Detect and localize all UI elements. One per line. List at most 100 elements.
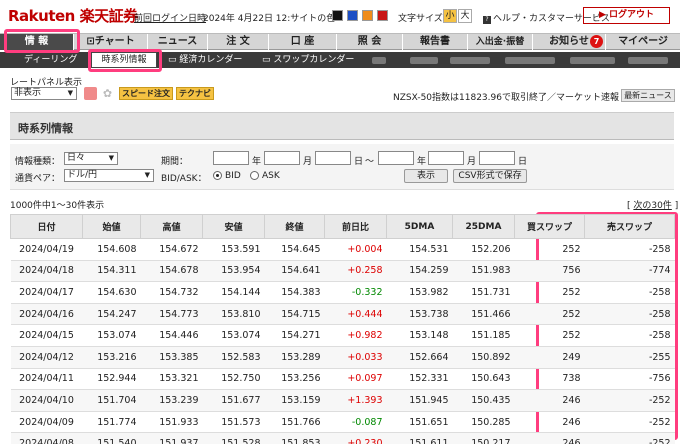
color-blue-swatch[interactable] (347, 10, 358, 21)
show-button[interactable]: 表示 (404, 169, 448, 183)
ask-radio[interactable] (250, 171, 259, 180)
day-unit: 日 (354, 157, 364, 167)
color-orange-swatch[interactable] (362, 10, 373, 21)
table-cell: 154.732 (140, 281, 203, 304)
table-cell: +1.393 (324, 389, 387, 412)
font-large-button[interactable]: 大 (458, 9, 472, 23)
year-unit: 年 (417, 157, 427, 167)
col-buy-swap: 買スワップ (514, 214, 585, 239)
table-cell: -258 (584, 324, 675, 347)
nav-tab-inquiry[interactable]: 照 会 (337, 34, 403, 50)
subnav-label: スワップカレンダー (273, 55, 355, 65)
pair-select[interactable]: ドル/円 ▼ (64, 169, 154, 182)
table-cell: 252 (514, 303, 585, 326)
table-cell: 153.256 (264, 368, 325, 391)
start-year-input[interactable] (213, 151, 249, 165)
calendar-icon: ▭ (168, 55, 177, 65)
table-cell: 152.750 (202, 368, 265, 391)
nav-tab-order[interactable]: 注 文 (208, 34, 269, 50)
nav-tab-transfer[interactable]: 入出金·振替 (468, 34, 533, 50)
nav-tab-label: 口 座 (290, 36, 315, 47)
last-login-link[interactable]: 前回ログイン日時 (134, 11, 206, 24)
nav-tab-news[interactable]: ニュース (148, 34, 208, 50)
table-cell: 152.664 (386, 346, 453, 369)
start-day-input[interactable] (315, 151, 351, 165)
table-cell: -255 (584, 346, 675, 369)
nav-tab-account[interactable]: 口 座 (269, 34, 337, 50)
end-day-input[interactable] (479, 151, 515, 165)
help-icon: ? (483, 16, 491, 24)
table-cell: -252 (584, 389, 675, 412)
table-cell: 2024/04/16 (10, 303, 83, 326)
col-open: 始値 (82, 214, 141, 239)
col-5dma: 5DMA (386, 214, 453, 239)
table-cell: 151.611 (386, 432, 453, 444)
end-year-input[interactable] (378, 151, 414, 165)
info-type-value: 日々 (67, 153, 86, 163)
table-cell: 150.643 (452, 368, 515, 391)
table-cell: 154.446 (140, 324, 203, 347)
table-cell: 2024/04/15 (10, 324, 83, 347)
table-row: 2024/04/09 151.774 151.933 151.573 151.766 -0… (10, 411, 675, 434)
table-cell: -258 (584, 238, 675, 261)
technavi-button[interactable]: テクナビ (176, 87, 214, 100)
nav-tab-mypage[interactable]: マイページ (606, 34, 680, 50)
table-cell: -774 (584, 260, 675, 283)
gear-icon[interactable]: ✿ (101, 87, 114, 100)
nav-tab-report[interactable]: 報告書 (403, 34, 468, 50)
end-month-input[interactable] (428, 151, 464, 165)
table-cell: +0.033 (324, 346, 387, 369)
ticker-blur (372, 57, 386, 64)
col-date: 日付 (10, 214, 83, 239)
nav-tab-notice[interactable]: お知らせ 7 (533, 34, 606, 50)
col-25dma: 25DMA (452, 214, 515, 239)
table-cell: +0.444 (324, 303, 387, 326)
speed-order-button[interactable]: スピード注文 (119, 87, 173, 100)
table-cell: 153.148 (386, 324, 453, 347)
rakuten-logo[interactable]: Rakuten 楽天証券 (8, 5, 138, 26)
table-cell: 153.591 (202, 238, 265, 261)
subnav-econ-calendar[interactable]: ▭ 経済カレンダー (168, 52, 242, 68)
nav-tab-chart[interactable]: ⊡チャート (74, 34, 148, 50)
latest-news-button[interactable]: 最新ニュース (621, 89, 675, 102)
table-cell: 2024/04/18 (10, 260, 83, 283)
chart-icon: ⊡ (86, 36, 95, 47)
table-cell: 154.247 (82, 303, 141, 326)
font-small-button[interactable]: 小 (443, 9, 457, 23)
table-cell: 150.285 (452, 411, 515, 434)
table-cell: 153.216 (82, 346, 141, 369)
lock-icon[interactable] (84, 87, 97, 100)
market-ticker-text[interactable]: NZSX-50指数は11823.96で取引終了／マーケット速報 (393, 90, 619, 103)
nav-tab-label: マイページ (618, 36, 668, 47)
color-black-swatch[interactable] (332, 10, 343, 21)
table-cell: 151.651 (386, 411, 453, 434)
table-cell: 153.074 (202, 324, 265, 347)
table-cell: 154.678 (140, 260, 203, 283)
csv-save-button[interactable]: CSV形式で保存 (453, 169, 527, 183)
color-red-swatch[interactable] (377, 10, 388, 21)
start-month-input[interactable] (264, 151, 300, 165)
table-cell: 151.937 (140, 432, 203, 444)
table-cell: 151.766 (264, 411, 325, 434)
table-cell: 153.321 (140, 368, 203, 391)
rate-panel-select[interactable]: 非表示 ▼ (11, 87, 77, 100)
table-cell: 252 (514, 281, 585, 304)
table-cell: +0.982 (324, 324, 387, 347)
table-cell: 252 (514, 238, 585, 261)
nav-tab-info[interactable]: 情 報 (0, 34, 74, 50)
table-cell: 2024/04/12 (10, 346, 83, 369)
subnav-timeseries[interactable]: 時系列情報 (91, 52, 157, 68)
sub-nav: ディーリング 時系列情報 ▭ 経済カレンダー ▭ スワップカレンダー (0, 52, 680, 68)
bid-radio[interactable] (213, 171, 222, 180)
table-cell: 246 (514, 389, 585, 412)
table-row: 2024/04/18 154.311 154.678 153.954 154.641 +0… (10, 260, 675, 283)
next-page: [ 次の30件 ] (627, 198, 678, 211)
table-cell: 152.944 (82, 368, 141, 391)
subnav-swap-calendar[interactable]: ▭ スワップカレンダー (262, 52, 354, 68)
page: Rakuten 楽天証券 前回ログイン日時 2024年 4月22日 12:サイト… (0, 0, 680, 444)
next-page-link[interactable]: 次の30件 (633, 201, 671, 211)
subnav-dealing[interactable]: ディーリング (24, 52, 77, 68)
logout-button[interactable]: ▶ ログアウト (583, 7, 670, 24)
table-cell: 154.144 (202, 281, 265, 304)
info-type-select[interactable]: 日々 ▼ (64, 152, 118, 165)
